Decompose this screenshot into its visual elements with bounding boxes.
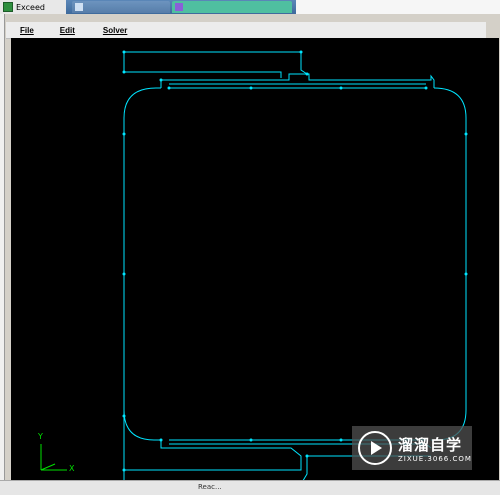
watermark-main-text: 溜溜自学 (398, 435, 463, 454)
app-title-tab[interactable]: Exceed (0, 0, 66, 14)
x-axis-label: X (69, 464, 75, 473)
watermark: 溜溜自学 ZIXUE.3066.COM (352, 426, 472, 470)
top-inlet (123, 51, 308, 78)
watermark-sub-text: ZIXUE.3066.COM (398, 454, 472, 463)
exceed-window: File Edit Solver Y X (4, 14, 500, 494)
top-channel (160, 73, 435, 88)
outline-bottom-left-arc (123, 409, 161, 441)
bottom-bar: Reac... (0, 480, 500, 495)
exceed-app-icon (3, 2, 13, 12)
menu-bar: File Edit Solver (6, 22, 486, 39)
menu-file[interactable]: File (20, 26, 34, 35)
bottom-caption: Reac... (198, 483, 222, 491)
taskbar-empty-area (296, 0, 500, 14)
top-channel-inner (169, 83, 426, 89)
axis-triad (40, 444, 67, 471)
background-tab-2[interactable] (172, 1, 292, 13)
outline-right-edge (431, 87, 467, 441)
mesh-nodes (122, 50, 468, 486)
app-title: Exceed (16, 2, 45, 12)
menu-solver[interactable]: Solver (103, 26, 127, 35)
taskbar: Exceed (0, 0, 500, 14)
document-icon (75, 3, 83, 11)
app-icon (175, 3, 183, 11)
menu-edit[interactable]: Edit (60, 26, 75, 35)
background-tab-1[interactable] (72, 1, 170, 13)
outline-left-edge (123, 87, 161, 450)
y-axis-label: Y (38, 432, 43, 441)
play-logo-icon (358, 431, 392, 465)
